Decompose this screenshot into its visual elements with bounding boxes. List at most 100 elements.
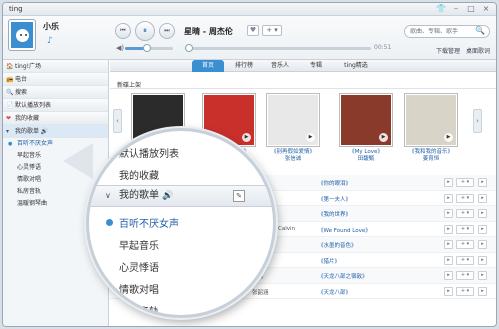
more-icon[interactable]: ▸ — [478, 193, 487, 203]
search-input[interactable] — [410, 28, 478, 35]
list-icon: 📄 — [6, 102, 14, 109]
tab-albums[interactable]: 专辑 — [300, 60, 332, 72]
carousel-prev-button[interactable]: ‹ — [113, 109, 122, 133]
avatar-face — [16, 29, 29, 42]
tab-artists[interactable]: 音乐人 — [264, 60, 296, 72]
radio-icon: 📻 — [6, 76, 14, 83]
add-icon[interactable]: + ▾ — [456, 271, 474, 280]
play-icon[interactable]: ▶ — [306, 133, 315, 142]
sidebar-item-label: 默认播放列表 — [15, 102, 52, 109]
more-icon[interactable]: ▸ — [478, 209, 487, 218]
more-icon[interactable]: ▸ — [478, 178, 487, 187]
song-album[interactable]: 《第一夫人》 — [318, 195, 351, 203]
sidebar-item-search[interactable]: 🔍 搜索 — [3, 86, 108, 99]
add-icon[interactable]: + ▾ — [456, 224, 474, 234]
pause-button[interactable]: ⏸ — [135, 21, 155, 41]
lens-my-playlists: ∨ 我的歌单 🔊 ✎ — [89, 185, 273, 207]
play-icon[interactable]: ▸ — [444, 193, 453, 203]
play-icon[interactable]: ▶ — [242, 133, 251, 142]
play-icon[interactable]: ▸ — [444, 271, 453, 280]
player-header: 小乐 ♪ ⏮ ⏸ ⏭ 星晴 - 周杰伦 ♥ + ▾ 🔍 ◀) 00:51 下载管… — [3, 16, 496, 60]
progress-bar[interactable] — [184, 44, 371, 52]
search-box[interactable]: 🔍 — [404, 25, 490, 38]
lens-playlist-item: 私房音轨 — [119, 307, 159, 318]
avatar-eye — [20, 34, 22, 36]
add-icon[interactable]: + ▾ — [456, 178, 474, 187]
add-icon[interactable]: + ▾ — [456, 193, 474, 203]
speaker-icon: 🔊 — [162, 191, 174, 201]
volume-slider[interactable] — [125, 44, 173, 52]
avatar[interactable] — [9, 20, 35, 50]
app-window: ting 👕 – □ × 小乐 ♪ ⏮ ⏸ ⏭ 星晴 - 周杰伦 ♥ + ▾ 🔍… — [2, 2, 497, 327]
song-album[interactable]: 《猎片》 — [318, 257, 340, 265]
progress-knob[interactable] — [184, 44, 193, 52]
sidebar-item-label: 我的收藏 — [15, 115, 40, 122]
magnifier-lens: 默认播放列表 我的收藏 ∨ 我的歌单 🔊 ✎ 百听不厌女声 早起音乐 心灵悸语 … — [86, 128, 276, 318]
add-icon[interactable]: + ▾ — [456, 209, 474, 218]
more-icon[interactable]: ▸ — [478, 255, 487, 265]
speaker-icon[interactable]: ◀) — [116, 44, 124, 52]
song-album[interactable]: 《天龙八部》 — [318, 288, 351, 296]
divider — [110, 88, 496, 89]
add-icon[interactable]: + ▾ — [456, 240, 474, 249]
heart-icon[interactable]: ♥ — [247, 25, 259, 36]
more-icon[interactable]: ▸ — [478, 224, 487, 234]
search-icon[interactable]: 🔍 — [475, 26, 485, 35]
song-album[interactable]: 《天龙八部之宿敌》 — [318, 272, 368, 280]
next-button[interactable]: ⏭ — [159, 23, 175, 39]
header-links: 下载管理 桌面歌词 — [436, 46, 490, 55]
minimize-button[interactable]: – — [450, 4, 462, 14]
sidebar-item-label: 搜索 — [15, 89, 28, 96]
volume-knob[interactable] — [142, 44, 151, 52]
play-icon[interactable]: ▸ — [444, 224, 453, 234]
play-icon[interactable]: ▸ — [444, 240, 453, 249]
heart-icon: ❤ — [6, 115, 12, 122]
skin-icon[interactable]: 👕 — [435, 4, 447, 14]
song-album[interactable]: 《我的世界》 — [318, 210, 351, 218]
play-icon[interactable]: ▶ — [444, 133, 453, 142]
tab-ting-picks[interactable]: ting精选 — [336, 60, 376, 72]
album-label[interactable]: 《我和我的音乐》 姜育恒 — [400, 149, 462, 163]
maximize-button[interactable]: □ — [465, 4, 477, 14]
play-icon[interactable]: ▸ — [444, 209, 453, 218]
album-cover[interactable]: ▶ — [404, 93, 458, 147]
song-album[interactable]: 《We Found Love》 — [318, 226, 371, 234]
song-album[interactable]: 《你的眼泪》 — [318, 179, 351, 187]
lens-default-list: 默认播放列表 — [119, 149, 179, 160]
tab-charts[interactable]: 排行榜 — [228, 60, 260, 72]
username[interactable]: 小乐 — [43, 21, 59, 32]
album-label[interactable]: 《My Love》 田馥甄 — [335, 149, 397, 163]
play-icon[interactable]: ▸ — [444, 255, 453, 265]
sidebar-item-plaza[interactable]: 🏠 ting!广场 — [3, 60, 108, 73]
chevron-down-icon: ▾ — [6, 128, 10, 135]
chevron-down-icon: ∨ — [105, 191, 111, 200]
add-icon[interactable]: + ▾ — [456, 255, 474, 265]
more-icon[interactable]: ▸ — [478, 240, 487, 249]
lens-playlist-item: 情歌对唱 — [119, 285, 159, 296]
desktop-lyrics-link[interactable]: 桌面歌词 — [466, 46, 490, 55]
lens-my-playlists-label: 我的歌单 — [119, 190, 159, 201]
close-button[interactable]: × — [480, 4, 492, 14]
sidebar-item-my-playlists[interactable]: ▾ 我的歌单 🔊 — [3, 125, 108, 138]
more-icon[interactable]: ▸ — [478, 286, 487, 296]
add-to-playlist-button[interactable]: + ▾ — [262, 25, 282, 36]
more-icon[interactable]: ▸ — [478, 271, 487, 280]
music-note-icon: ♪ — [47, 36, 53, 46]
lens-playlist-item: 百听不厌女声 — [89, 215, 273, 230]
album-cover[interactable]: ▶ — [266, 93, 320, 147]
sidebar-item-radio[interactable]: 📻 电台 — [3, 73, 108, 86]
album-cover[interactable]: ▶ — [339, 93, 393, 147]
play-icon[interactable]: ▸ — [444, 178, 453, 187]
sidebar-item-favorites[interactable]: ❤ 我的收藏 — [3, 112, 108, 125]
sidebar-item-label: 我的歌单 🔊 — [15, 128, 49, 135]
sidebar-item-default-list[interactable]: 📄 默认播放列表 — [3, 99, 108, 112]
add-icon[interactable]: + ▾ — [456, 286, 474, 296]
download-manager-link[interactable]: 下载管理 — [436, 46, 460, 55]
lens-favorites: 我的收藏 — [119, 171, 159, 182]
tab-home[interactable]: 首页 — [192, 60, 224, 72]
play-icon[interactable]: ▸ — [444, 286, 453, 296]
play-icon[interactable]: ▶ — [379, 133, 388, 142]
song-album[interactable]: 《水墨的音色》 — [318, 241, 357, 249]
previous-button[interactable]: ⏮ — [115, 23, 131, 39]
carousel-next-button[interactable]: › — [473, 109, 482, 133]
